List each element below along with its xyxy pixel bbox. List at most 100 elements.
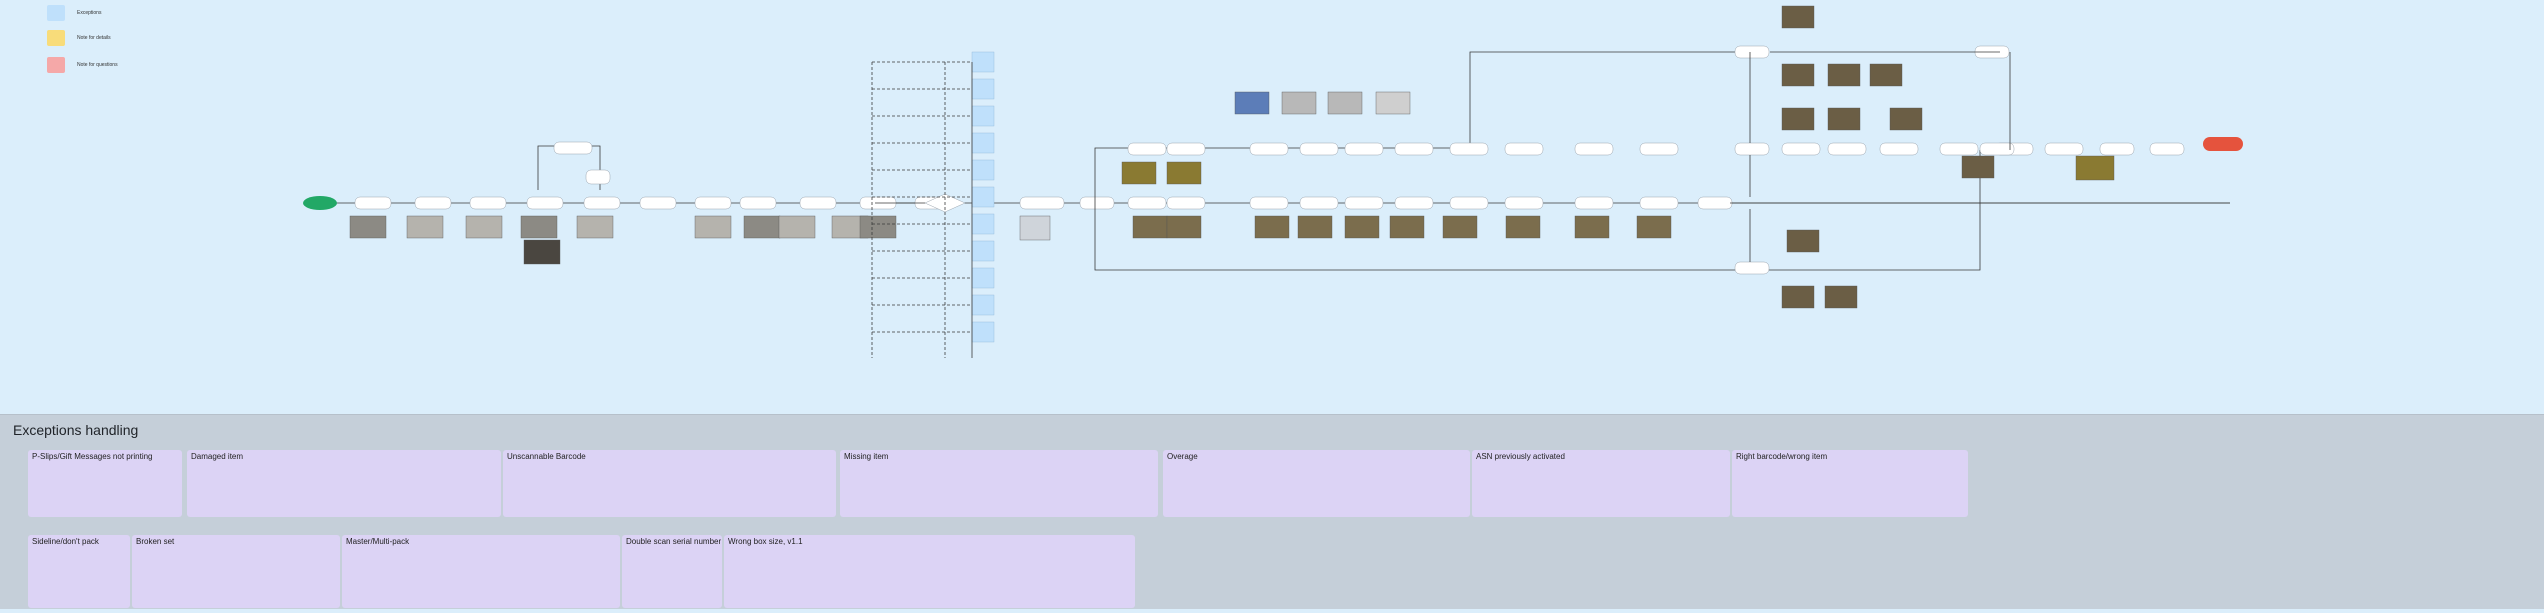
- note-card: [971, 240, 995, 262]
- process-step: [1879, 142, 1919, 156]
- legend-item-note-details: Note for details: [47, 30, 111, 46]
- lane-title: Sideline/don't pack: [32, 537, 99, 546]
- process-step: [1344, 196, 1384, 210]
- screenshot-thumbnail: [1961, 155, 1995, 179]
- process-step: [1734, 45, 1770, 59]
- process-step: [1781, 142, 1821, 156]
- note-card: [971, 78, 995, 100]
- lane-title: Double scan serial number: [626, 537, 722, 546]
- screenshot-thumbnail: [1281, 91, 1317, 115]
- lane-broken-set[interactable]: Broken set: [132, 535, 340, 608]
- lane-missing-item[interactable]: Missing item: [840, 450, 1158, 517]
- lane-unscannable-barcode[interactable]: Unscannable Barcode: [503, 450, 836, 517]
- process-step: [1504, 196, 1544, 210]
- lane-title: P-Slips/Gift Messages not printing: [32, 452, 153, 461]
- note-card: [971, 267, 995, 289]
- screenshot-thumbnail: [1166, 161, 1202, 185]
- lane-wrong-box-size[interactable]: Wrong box size, v1.1: [724, 535, 1135, 608]
- process-step: [1504, 142, 1544, 156]
- screenshot-thumbnail: [520, 215, 558, 239]
- lane-damaged-item[interactable]: Damaged item: [187, 450, 501, 517]
- screenshot-thumbnail: [1132, 215, 1168, 239]
- note-card: [971, 294, 995, 316]
- lane-double-scan[interactable]: Double scan serial number: [622, 535, 722, 608]
- process-step: [1394, 142, 1434, 156]
- lane-title: Broken set: [136, 537, 175, 546]
- legend-item-note-questions: Note for questions: [47, 57, 118, 73]
- lane-pslips[interactable]: P-Slips/Gift Messages not printing: [28, 450, 182, 517]
- lane-title: Wrong box size, v1.1: [728, 537, 803, 546]
- process-step: [1979, 142, 2015, 156]
- lane-asn-previously-activated[interactable]: ASN previously activated: [1472, 450, 1730, 517]
- screenshot-thumbnail: [1889, 107, 1923, 131]
- legend-label: Exceptions: [77, 10, 102, 16]
- screenshot-thumbnail: [1781, 285, 1815, 309]
- process-step: [1299, 196, 1339, 210]
- process-step: [1344, 142, 1384, 156]
- lane-right-barcode-wrong-item[interactable]: Right barcode/wrong item: [1732, 450, 1968, 517]
- exceptions-title: Exceptions handling: [13, 422, 139, 438]
- screenshot-thumbnail: [1827, 107, 1861, 131]
- process-step: [1079, 196, 1115, 210]
- start-node: [303, 196, 337, 210]
- process-step: [585, 169, 611, 185]
- screenshot-thumbnail: [1574, 215, 1610, 239]
- note-card: [971, 321, 995, 343]
- screenshot-thumbnail: [1389, 215, 1425, 239]
- screenshot-thumbnail: [1869, 63, 1903, 87]
- note-card: [971, 159, 995, 181]
- process-step: [2099, 142, 2135, 156]
- process-step: [799, 196, 837, 210]
- screenshot-thumbnail: [406, 215, 444, 239]
- process-step: [1697, 196, 1733, 210]
- process-step: [583, 196, 621, 210]
- screenshot-thumbnail: [1827, 63, 1861, 87]
- screenshot-thumbnail: [778, 215, 816, 239]
- process-step: [1449, 142, 1489, 156]
- process-step: [1574, 142, 1614, 156]
- process-step: [553, 141, 593, 155]
- legend-swatch: [47, 57, 65, 73]
- screenshot-thumbnail: [1442, 215, 1478, 239]
- note-card: [971, 213, 995, 235]
- process-step: [1299, 142, 1339, 156]
- process-step: [526, 196, 564, 210]
- process-step: [1249, 142, 1289, 156]
- process-step: [1827, 142, 1867, 156]
- note-card: [971, 186, 995, 208]
- screenshot-thumbnail: [1019, 215, 1051, 241]
- lane-title: Damaged item: [191, 452, 244, 461]
- process-step: [1249, 196, 1289, 210]
- process-step: [1166, 142, 1206, 156]
- lane-title: Right barcode/wrong item: [1736, 452, 1828, 461]
- lane-overage[interactable]: Overage: [1163, 450, 1470, 517]
- lane-title: Unscannable Barcode: [507, 452, 586, 461]
- lane-master-multipack[interactable]: Master/Multi-pack: [342, 535, 620, 608]
- note-card: [971, 105, 995, 127]
- process-step: [1127, 196, 1167, 210]
- screenshot-thumbnail: [1781, 107, 1815, 131]
- process-step: [1639, 142, 1679, 156]
- lane-sideline[interactable]: Sideline/don't pack: [28, 535, 130, 608]
- process-step: [1639, 196, 1679, 210]
- lane-title: Master/Multi-pack: [346, 537, 410, 546]
- screenshot-thumbnail: [1166, 215, 1202, 239]
- legend-label: Note for questions: [77, 62, 118, 68]
- process-step: [1019, 196, 1065, 210]
- end-node: [2203, 137, 2243, 151]
- screenshot-thumbnail: [2075, 155, 2115, 181]
- process-step: [1734, 142, 1770, 156]
- screenshot-thumbnail: [523, 239, 561, 265]
- process-step: [2044, 142, 2084, 156]
- process-step: [2149, 142, 2185, 156]
- screenshot-thumbnail: [1824, 285, 1858, 309]
- legend-label: Note for details: [77, 35, 111, 41]
- lane-title: Overage: [1167, 452, 1198, 461]
- process-step: [1574, 196, 1614, 210]
- screenshot-thumbnail: [1121, 161, 1157, 185]
- screenshot-thumbnail: [1344, 215, 1380, 239]
- screenshot-thumbnail: [349, 215, 387, 239]
- screenshot-thumbnail: [1781, 5, 1815, 29]
- process-step: [1166, 196, 1206, 210]
- screenshot-thumbnail: [1636, 215, 1672, 239]
